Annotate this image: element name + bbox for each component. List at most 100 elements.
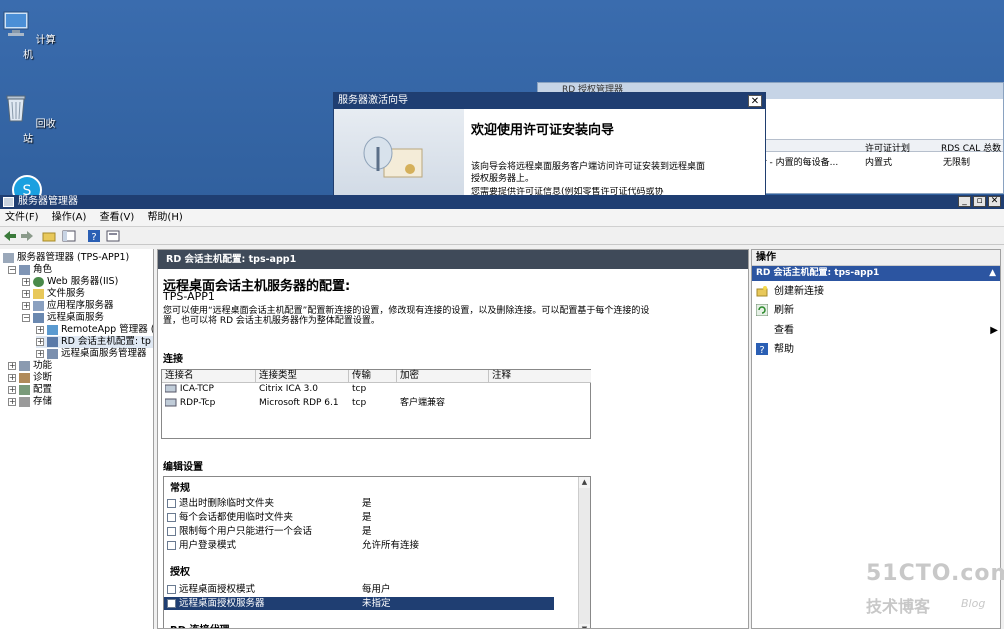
- cell-total: 无限制: [943, 158, 971, 168]
- tree-node-application-server[interactable]: + 应用程序服务器: [22, 300, 114, 312]
- column-header[interactable]: 加密: [397, 370, 489, 383]
- tree-node-rd-session-host-config[interactable]: + RD 会话主机配置: tp: [36, 336, 153, 348]
- skype-icon[interactable]: S: [9, 174, 45, 196]
- menu-help[interactable]: 帮助(H): [142, 209, 187, 227]
- setting-row[interactable]: 退出时删除临时文件夹 是: [164, 497, 554, 510]
- view-spacer: [756, 324, 768, 336]
- show-hide-tree-icon[interactable]: [62, 230, 76, 242]
- cell-product: r - 内置的每设备...: [763, 158, 839, 168]
- setting-row[interactable]: 限制每个用户只能进行一个会话 是: [164, 525, 554, 538]
- tree-node-label: RemoteApp 管理器 (: [61, 324, 154, 335]
- setting-icon: [167, 599, 176, 608]
- close-icon[interactable]: ✕: [988, 196, 1001, 207]
- expand-icon[interactable]: +: [22, 277, 30, 286]
- expand-icon[interactable]: +: [36, 349, 44, 358]
- tree-node-remoteapp-manager[interactable]: + RemoteApp 管理器 (: [36, 324, 154, 336]
- tree-node-features[interactable]: + 功能: [8, 360, 52, 372]
- restore-icon[interactable]: ▫: [973, 196, 986, 207]
- setting-label: 每个会话都使用临时文件夹: [179, 512, 294, 523]
- setting-value: 是: [362, 512, 372, 523]
- edit-settings-panel: 常规 退出时删除临时文件夹 是 每个会话都使用临时文件夹 是 限制每个用户只能进…: [163, 476, 591, 628]
- server-manager-window[interactable]: 服务器管理器 _ ▫ ✕ 文件(F) 操作(A) 查看(V) 帮助(H) ? 服…: [0, 195, 1004, 629]
- roles-icon: [19, 264, 30, 275]
- action-label: 创建新连接: [774, 286, 824, 297]
- actions-subheader-label: RD 会话主机配置: tps-app1: [756, 268, 880, 278]
- connections-label: 连接: [163, 354, 183, 365]
- actions-header: 操作: [752, 250, 1000, 266]
- wizard-heading: 欢迎使用许可证安装向导: [471, 123, 615, 138]
- action-refresh[interactable]: 刷新: [756, 304, 794, 318]
- features-icon: [19, 360, 30, 371]
- expand-icon[interactable]: +: [22, 289, 30, 298]
- vertical-scrollbar[interactable]: ▲ ▼: [578, 477, 590, 628]
- setting-row[interactable]: 用户登录模式 允许所有连接: [164, 539, 554, 552]
- cell-transport: tcp: [352, 398, 367, 408]
- folder-icon: [33, 288, 44, 299]
- tree-node-roles[interactable]: − 角色: [8, 264, 52, 276]
- column-header[interactable]: 许可证计划: [865, 141, 910, 154]
- setting-row[interactable]: 远程桌面授权模式 每用户: [164, 583, 554, 596]
- setting-label: 退出时删除临时文件夹: [179, 498, 275, 509]
- up-folder-icon[interactable]: [42, 230, 56, 242]
- column-header[interactable]: 连接类型: [256, 370, 349, 383]
- collapse-up-icon[interactable]: ▲: [989, 266, 996, 281]
- column-header[interactable]: RDS CAL 总数: [941, 141, 1001, 154]
- action-create-connection[interactable]: 创建新连接: [756, 285, 824, 299]
- close-icon[interactable]: ✕: [748, 95, 762, 107]
- column-header[interactable]: 连接名: [162, 370, 256, 383]
- action-view[interactable]: 查看 ▶: [756, 324, 998, 338]
- collapse-icon[interactable]: −: [22, 313, 30, 322]
- expand-icon[interactable]: +: [36, 325, 44, 334]
- console-tree: 服务器管理器 (TPS-APP1) − 角色 + Web 服务器(IIS) + 文件服…: [0, 249, 154, 629]
- forward-arrow-icon[interactable]: [20, 230, 34, 242]
- tree-node-rds-manager[interactable]: + 远程桌面服务管理器: [36, 348, 147, 360]
- scroll-down-icon[interactable]: ▼: [579, 624, 590, 628]
- expand-icon[interactable]: +: [22, 301, 30, 310]
- tree-node-root[interactable]: 服务器管理器 (TPS-APP1): [3, 252, 129, 264]
- column-header[interactable]: 注释: [489, 370, 591, 383]
- content-pane: RD 会话主机配置: tps-app1 远程桌面会话主机服务器的配置: TPS-…: [157, 249, 749, 629]
- watermark-brand: 51CTO.com: [866, 561, 1004, 586]
- column-header[interactable]: 传输: [349, 370, 397, 383]
- menu-action[interactable]: 操作(A): [47, 209, 92, 227]
- tree-node-file-services[interactable]: + 文件服务: [22, 288, 85, 300]
- activation-wizard-dialog[interactable]: 服务器激活向导 ✕ 欢迎使用许可证安装向导 该向导会将远程桌面服务客户端访问许可…: [333, 92, 766, 196]
- expand-icon[interactable]: +: [8, 361, 16, 370]
- globe-icon: [33, 276, 44, 287]
- tree-node-storage[interactable]: + 存储: [8, 396, 52, 408]
- configuration-icon: [19, 384, 30, 395]
- tree-node-label: 远程桌面服务: [47, 312, 105, 323]
- table-row-rdp[interactable]: RDP-Tcp: [162, 397, 215, 409]
- menu-file[interactable]: 文件(F): [0, 209, 44, 227]
- title-bar: 服务器管理器 _ ▫ ✕: [0, 195, 1004, 209]
- actions-subheader[interactable]: RD 会话主机配置: tps-app1 ▲: [752, 266, 1000, 281]
- setting-value: 每用户: [362, 584, 391, 595]
- computer-icon: [3, 11, 29, 36]
- help-icon[interactable]: ?: [87, 230, 101, 242]
- tree-node-diagnostics[interactable]: + 诊断: [8, 372, 52, 384]
- scroll-up-icon[interactable]: ▲: [579, 477, 590, 488]
- setting-row-selected[interactable]: 远程桌面授权服务器 未指定: [164, 597, 554, 610]
- tree-node-configuration[interactable]: + 配置: [8, 384, 52, 396]
- tree-node-label: 角色: [33, 264, 53, 275]
- action-help[interactable]: ? 帮助: [756, 343, 794, 357]
- expand-icon[interactable]: +: [8, 397, 16, 406]
- desktop-icon-recycle-bin[interactable]: 回收站: [0, 92, 56, 145]
- connections-table: 连接名 连接类型 传输 加密 注释 ICA-TCP Citrix ICA 3.0…: [161, 369, 591, 439]
- tree-node-remote-desktop-services[interactable]: − 远程桌面服务: [22, 312, 104, 324]
- setting-icon: [167, 585, 176, 594]
- back-arrow-icon[interactable]: [3, 230, 17, 242]
- menu-view[interactable]: 查看(V): [95, 209, 140, 227]
- minimize-icon[interactable]: _: [958, 196, 971, 207]
- collapse-icon[interactable]: −: [8, 265, 16, 274]
- setting-label: 限制每个用户只能进行一个会话: [179, 526, 313, 537]
- expand-icon[interactable]: +: [8, 373, 16, 382]
- svg-text:?: ?: [91, 232, 96, 242]
- expand-icon[interactable]: +: [8, 385, 16, 394]
- tree-node-web-server[interactable]: + Web 服务器(IIS): [22, 276, 118, 288]
- setting-row[interactable]: 每个会话都使用临时文件夹 是: [164, 511, 554, 524]
- desktop-icon-computer[interactable]: 计算机: [0, 8, 56, 61]
- expand-icon[interactable]: +: [36, 337, 44, 346]
- table-row-ica[interactable]: ICA-TCP: [162, 383, 214, 395]
- properties-icon[interactable]: [106, 230, 120, 242]
